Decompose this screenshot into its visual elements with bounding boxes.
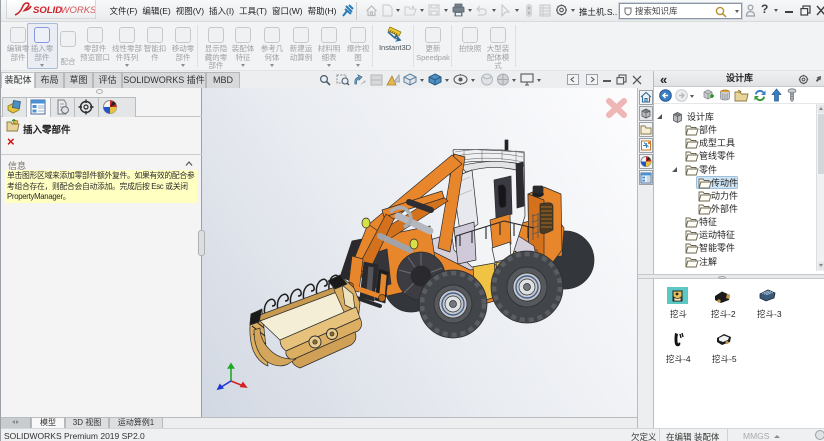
svg-text:WORKS: WORKS bbox=[61, 5, 97, 16]
svg-text:SOLID: SOLID bbox=[33, 5, 62, 16]
